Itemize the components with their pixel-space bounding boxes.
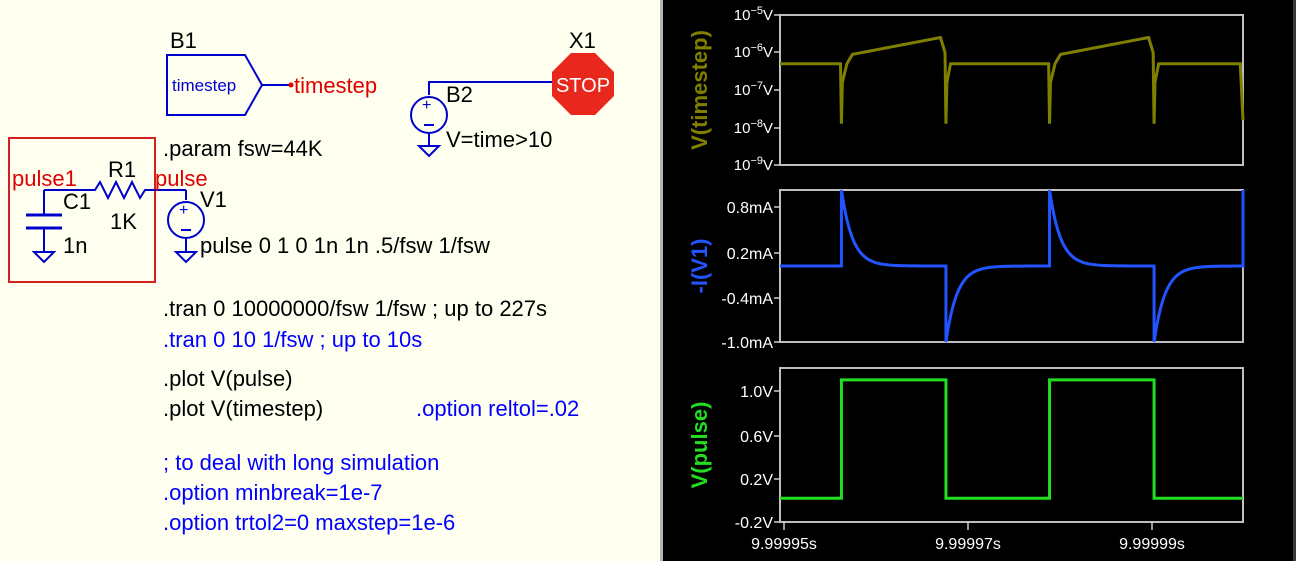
b2-ground-icon — [416, 145, 442, 158]
b2-label[interactable]: B2 — [446, 82, 473, 107]
b1-net-dot — [288, 82, 294, 88]
b1-label[interactable]: B1 — [170, 28, 197, 53]
svg-text:0.8mA: 0.8mA — [727, 200, 774, 217]
x-tick-3: 9.99999s — [1119, 522, 1185, 553]
svg-text:-1.0mA: -1.0mA — [721, 335, 773, 352]
y-tick-current-1: 0.8mA — [727, 200, 780, 217]
net-label-pulse1[interactable]: pulse1 — [12, 166, 77, 191]
directive-plot-timestep[interactable]: .plot V(timestep) — [163, 396, 323, 421]
ltspice-window: B1 timestep timestep X1 STOP + B2 V=time… — [0, 0, 1296, 561]
b2-plus: + — [422, 97, 431, 114]
svg-text:-0.2V: -0.2V — [735, 515, 774, 532]
b1-box-text: timestep — [172, 76, 236, 95]
directive-tran-short[interactable]: .tran 0 10 1/fsw ; up to 10s — [163, 327, 422, 352]
trace-i-v1[interactable] — [780, 189, 1245, 343]
net-label-timestep[interactable]: timestep — [294, 73, 377, 98]
svg-text:0.2mA: 0.2mA — [727, 246, 774, 263]
trace-v-pulse[interactable] — [780, 378, 1243, 500]
v1-spec[interactable]: pulse 0 1 0 1n 1n .5/fsw 1/fsw — [200, 233, 490, 258]
directive-comment[interactable]: ; to deal with long simulation — [163, 450, 439, 475]
trace-label-pulse[interactable]: V(pulse) — [687, 402, 712, 489]
trace-label-timestep[interactable]: V(timestep) — [687, 30, 712, 150]
v1-ground-icon — [173, 251, 199, 264]
directive-minbreak[interactable]: .option minbreak=1e-7 — [163, 480, 383, 505]
r1-label[interactable]: R1 — [108, 157, 136, 182]
svg-text:10−6V: 10−6V — [734, 42, 773, 61]
directive-reltol[interactable]: .option reltol=.02 — [416, 396, 579, 421]
svg-text:9.99999s: 9.99999s — [1119, 536, 1185, 553]
y-tick-current-4: -1.0mA — [721, 335, 780, 352]
x1-label[interactable]: X1 — [569, 28, 596, 53]
v1-plus: + — [179, 202, 188, 219]
y-tick-current-3: -0.4mA — [721, 291, 780, 308]
y-tick-pulse-2: 0.6V — [740, 429, 780, 446]
y-tick-current-2: 0.2mA — [727, 246, 780, 263]
svg-text:10−9V: 10−9V — [734, 155, 773, 174]
plot-pane-timestep[interactable] — [779, 14, 1244, 166]
svg-text:10−7V: 10−7V — [734, 80, 773, 99]
y-tick-pulse-1: 1.0V — [740, 384, 780, 401]
trace-v-timestep[interactable] — [780, 35, 1245, 124]
y-tick-timestep-1: 10−5V — [734, 5, 780, 24]
y-tick-timestep-4: 10−8V — [734, 118, 780, 137]
c1-ground-icon — [31, 251, 57, 264]
c1-label[interactable]: C1 — [63, 189, 91, 214]
waveform-viewer[interactable]: V(timestep) -I(V1) V(pulse) 10−5V 10−6V … — [663, 0, 1296, 561]
svg-text:1.0V: 1.0V — [740, 384, 773, 401]
svg-text:0.2V: 0.2V — [740, 472, 773, 489]
param-directive[interactable]: .param fsw=44K — [163, 136, 323, 161]
svg-text:9.99997s: 9.99997s — [935, 536, 1001, 553]
trace-label-current[interactable]: -I(V1) — [687, 239, 712, 294]
y-tick-pulse-4: -0.2V — [735, 515, 780, 532]
y-tick-timestep-2: 10−6V — [734, 42, 780, 61]
schematic-pane[interactable]: B1 timestep timestep X1 STOP + B2 V=time… — [0, 0, 662, 561]
r1-value[interactable]: 1K — [110, 209, 137, 234]
svg-text:-0.4mA: -0.4mA — [721, 291, 773, 308]
y-tick-timestep-5: 10−9V — [734, 155, 780, 174]
schematic-canvas[interactable]: B1 timestep timestep X1 STOP + B2 V=time… — [0, 0, 662, 561]
y-tick-timestep-3: 10−7V — [734, 80, 780, 99]
waveform-canvas[interactable]: V(timestep) -I(V1) V(pulse) 10−5V 10−6V … — [663, 0, 1296, 561]
svg-text:9.99995s: 9.99995s — [751, 536, 817, 553]
x-tick-2: 9.99997s — [935, 522, 1001, 553]
y-tick-pulse-3: 0.2V — [740, 472, 780, 489]
directive-tran-long[interactable]: .tran 0 10000000/fsw 1/fsw ; up to 227s — [163, 296, 547, 321]
c1-value[interactable]: 1n — [63, 233, 87, 258]
directive-trtol2[interactable]: .option trtol2=0 maxstep=1e-6 — [163, 510, 455, 535]
svg-text:10−5V: 10−5V — [734, 5, 773, 24]
svg-text:0.6V: 0.6V — [740, 429, 773, 446]
stop-text: STOP — [556, 75, 610, 97]
b2-expr[interactable]: V=time>10 — [446, 127, 552, 152]
v1-label[interactable]: V1 — [200, 187, 227, 212]
svg-text:10−8V: 10−8V — [734, 118, 773, 137]
directive-plot-pulse[interactable]: .plot V(pulse) — [163, 366, 293, 391]
